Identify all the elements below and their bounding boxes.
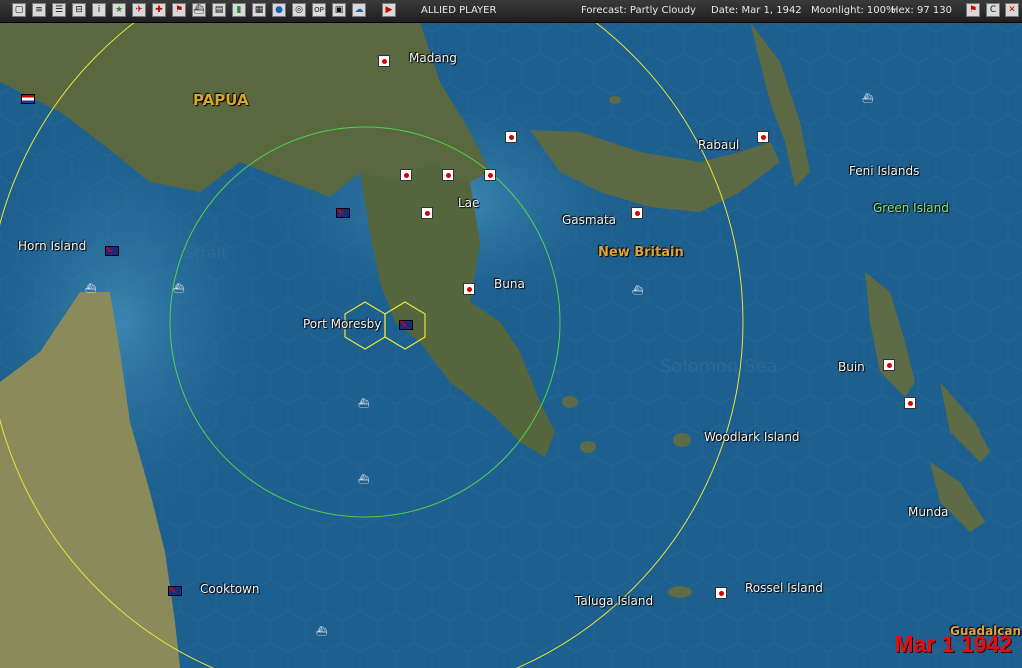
base-list-icon[interactable]: ⊟ bbox=[72, 3, 86, 17]
japanese-base-icon[interactable] bbox=[421, 207, 433, 219]
japanese-base-icon[interactable] bbox=[505, 131, 517, 143]
label-madang: Madang bbox=[409, 51, 457, 65]
australian-unit-icon[interactable] bbox=[336, 208, 350, 218]
ship-icon[interactable]: ⛴ bbox=[85, 284, 96, 294]
label-green-island: Green Island bbox=[873, 201, 949, 215]
date-label: Date: Mar 1, 1942 bbox=[711, 5, 802, 16]
ship-icon[interactable]: ⛴ bbox=[358, 475, 369, 485]
date-stamp: Mar 1 1942 bbox=[894, 631, 1012, 657]
australian-unit-icon[interactable] bbox=[105, 246, 119, 256]
japanese-base-icon[interactable] bbox=[904, 397, 916, 409]
japanese-base-icon[interactable] bbox=[883, 359, 895, 371]
label-rossel-island: Rossel Island bbox=[745, 581, 823, 595]
label-woodlark-island: Woodlark Island bbox=[704, 430, 800, 444]
label-port-moresby[interactable]: Port Moresby bbox=[303, 317, 381, 331]
op-icon[interactable]: OP bbox=[312, 3, 326, 17]
australian-unit-icon[interactable] bbox=[168, 586, 182, 596]
australian-unit-icon[interactable] bbox=[399, 320, 413, 330]
label-cooktown: Cooktown bbox=[200, 582, 260, 596]
star-icon[interactable]: ★ bbox=[112, 3, 126, 17]
naval-icon[interactable]: ✚ bbox=[152, 3, 166, 17]
end-turn-icon[interactable]: ▶ bbox=[382, 3, 396, 17]
flag-icon[interactable]: ⚑ bbox=[172, 3, 186, 17]
unit-list-icon[interactable]: ☰ bbox=[52, 3, 66, 17]
japanese-base-icon[interactable] bbox=[715, 587, 727, 599]
cloud-icon[interactable]: ☁ bbox=[352, 3, 366, 17]
hex-label: Hex: 97 130 bbox=[891, 5, 952, 16]
player-label: ALLIED PLAYER bbox=[421, 5, 497, 16]
stats-icon[interactable]: ▦ bbox=[252, 3, 266, 17]
air-icon[interactable]: ✈ bbox=[132, 3, 146, 17]
label-lae: Lae bbox=[458, 196, 480, 210]
map-view[interactable]: PAPUA Madang Rabaul Feni Islands Green I… bbox=[0, 22, 1022, 668]
close-icon[interactable]: ✕ bbox=[1005, 3, 1019, 17]
view-icon[interactable]: ▢ bbox=[12, 3, 26, 17]
label-gasmata: Gasmata bbox=[562, 213, 617, 227]
dutch-unit-icon[interactable] bbox=[21, 94, 35, 104]
japanese-base-icon[interactable] bbox=[757, 131, 769, 143]
label-solomon-sea: Solomon Sea bbox=[660, 356, 778, 377]
label-taluga-island: Taluga Island bbox=[575, 594, 654, 608]
globe-icon[interactable]: ● bbox=[272, 3, 286, 17]
japanese-base-icon[interactable] bbox=[378, 55, 390, 67]
japanese-base-icon[interactable] bbox=[484, 169, 496, 181]
japanese-base-icon[interactable] bbox=[442, 169, 454, 181]
ship-icon[interactable]: ⛴ bbox=[316, 627, 327, 637]
label-buin: Buin bbox=[838, 360, 865, 374]
label-feni-islands: Feni Islands bbox=[849, 164, 920, 178]
japanese-base-icon[interactable] bbox=[631, 207, 643, 219]
ship-icon[interactable]: ⛴ bbox=[632, 286, 643, 296]
land-unit-icon[interactable]: ▤ bbox=[212, 3, 226, 17]
label-rabaul: Rabaul bbox=[698, 138, 740, 152]
label-torres-strait: Torres Strait bbox=[131, 243, 228, 262]
ship-icon[interactable]: ⛴ bbox=[358, 399, 369, 409]
label-horn-island: Horn Island bbox=[18, 239, 87, 253]
label-new-britain: New Britain bbox=[598, 245, 684, 260]
map-canvas[interactable] bbox=[0, 22, 1022, 668]
ship-icon[interactable]: ⛴ bbox=[173, 284, 184, 294]
flag-red-icon[interactable]: ⚑ bbox=[966, 3, 980, 17]
ship-icon[interactable]: ⛴ bbox=[192, 3, 206, 17]
label-munda: Munda bbox=[908, 505, 949, 519]
target-icon[interactable]: ◎ bbox=[292, 3, 306, 17]
c-button[interactable]: C bbox=[986, 3, 1000, 17]
label-papua: PAPUA bbox=[193, 91, 249, 109]
info-icon[interactable]: i bbox=[92, 3, 106, 17]
forecast-label: Forecast: Partly Cloudy bbox=[581, 5, 696, 16]
weather-icon[interactable]: ▣ bbox=[332, 3, 346, 17]
label-buna: Buna bbox=[494, 277, 525, 291]
ship-icon[interactable]: ⛴ bbox=[862, 94, 873, 104]
japanese-base-icon[interactable] bbox=[463, 283, 475, 295]
report-icon[interactable]: ≡ bbox=[32, 3, 46, 17]
factory-icon[interactable]: ▮ bbox=[232, 3, 246, 17]
toolbar: ▢ ≡ ☰ ⊟ i ★ ✈ ✚ ⚑ ⛴ ▤ ▮ ▦ ● ◎ OP ▣ ☁ ▶ A… bbox=[0, 0, 1022, 23]
japanese-base-icon[interactable] bbox=[400, 169, 412, 181]
moonlight-label: Moonlight: 100% bbox=[811, 5, 896, 16]
